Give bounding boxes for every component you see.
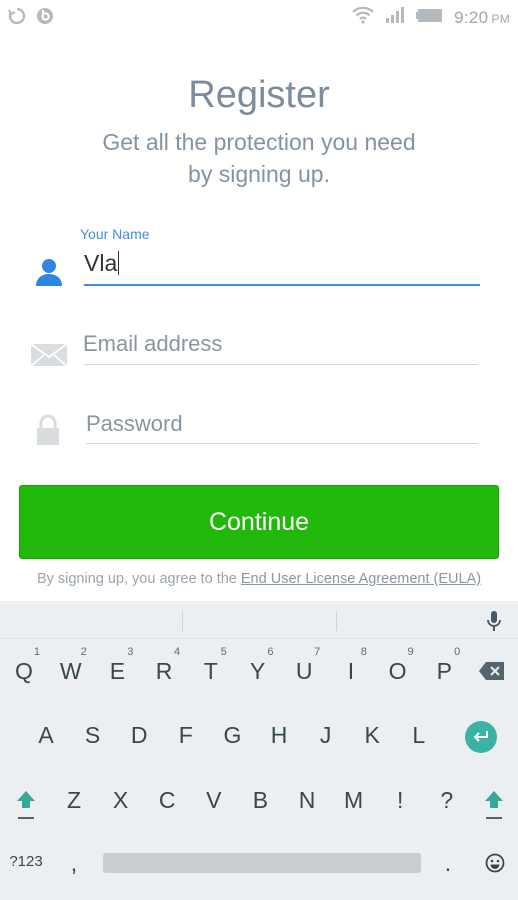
clock-ampm: PM (491, 11, 510, 26)
password-input[interactable]: Password (86, 411, 183, 437)
suggestion-divider (182, 611, 183, 631)
key-o[interactable]: O9 (376, 646, 420, 685)
period-key[interactable]: . (426, 850, 470, 877)
emoji-icon[interactable] (485, 853, 505, 878)
key-n[interactable]: N (285, 787, 329, 814)
key-a[interactable]: A (24, 722, 68, 749)
page-subtitle: Get all the protection you need by signi… (0, 126, 518, 190)
key-d[interactable]: D (117, 722, 161, 749)
key-q[interactable]: Q1 (2, 646, 46, 685)
clock-time: 9:20 (454, 7, 489, 27)
shift-icon[interactable] (15, 789, 37, 826)
name-field-underline (84, 284, 480, 286)
suggestion-strip (0, 601, 518, 639)
eula-prefix: By signing up, you agree to the (36, 571, 241, 587)
soft-keyboard: Q1W2E3R4T5Y6U7I8O9P0 ASDFGHJKL Z X C V B N M!?… (0, 601, 518, 900)
key-s[interactable]: S (71, 722, 115, 749)
key-j[interactable]: J (304, 722, 348, 749)
key-question[interactable]: ? (425, 787, 469, 814)
key-exclamation[interactable]: ! (378, 787, 422, 814)
battery-icon (416, 7, 444, 28)
key-y[interactable]: Y6 (236, 646, 280, 685)
name-input-value: Vla (84, 250, 118, 276)
email-field-underline (84, 364, 478, 365)
lock-icon (36, 414, 60, 451)
name-field-label: Your Name (80, 226, 150, 242)
key-u[interactable]: U7 (282, 646, 326, 685)
envelope-icon (30, 343, 68, 372)
beats-icon (36, 7, 54, 30)
key-k[interactable]: K (350, 722, 394, 749)
key-p[interactable]: P0 (422, 646, 466, 685)
key-i[interactable]: I8 (329, 646, 373, 685)
key-e[interactable]: E3 (95, 646, 139, 685)
key-t[interactable]: T5 (189, 646, 233, 685)
key-c[interactable]: C (145, 787, 189, 814)
continue-button[interactable]: Continue (19, 485, 499, 559)
backspace-icon[interactable] (479, 661, 505, 686)
key-l[interactable]: L (397, 722, 441, 749)
key-z[interactable]: Z (52, 787, 96, 814)
email-input[interactable]: Email address (83, 331, 222, 357)
key-f[interactable]: F (164, 722, 208, 749)
key-hint-number: 7 (314, 646, 321, 658)
eula-notice: By signing up, you agree to the End User… (0, 571, 518, 587)
text-caret (118, 251, 120, 275)
suggestion-divider (336, 611, 337, 631)
symbols-key[interactable]: ?123 (4, 853, 48, 870)
subtitle-line-1: Get all the protection you need (102, 129, 416, 155)
comma-key[interactable]: , (52, 850, 96, 877)
key-b[interactable]: B (238, 787, 282, 814)
enter-icon[interactable] (465, 721, 497, 753)
name-input[interactable]: Vla (84, 250, 120, 277)
subtitle-line-2: by signing up. (188, 161, 330, 187)
key-hint-number: 1 (33, 646, 40, 658)
key-hint-number: 6 (267, 646, 274, 658)
space-key[interactable] (103, 853, 421, 873)
key-hint-number: 8 (360, 646, 367, 658)
key-hint-number: 0 (454, 646, 461, 658)
key-v[interactable]: V (192, 787, 236, 814)
page-title: Register (188, 74, 330, 116)
key-hint-number: 3 (127, 646, 134, 658)
sync-icon (8, 7, 26, 30)
key-x[interactable]: X (99, 787, 143, 814)
shift-icon[interactable] (483, 789, 505, 826)
status-bar: 9:20 PM (0, 0, 518, 32)
key-g[interactable]: G (210, 722, 254, 749)
key-r[interactable]: R4 (142, 646, 186, 685)
key-w[interactable]: W2 (49, 646, 93, 685)
person-icon (34, 257, 64, 292)
clock: 9:20 PM (454, 8, 510, 28)
signal-icon (384, 6, 406, 29)
mic-icon[interactable] (486, 610, 502, 637)
password-field-underline (86, 443, 478, 444)
key-hint-number: 9 (407, 646, 414, 658)
key-hint-number: 2 (80, 646, 87, 658)
key-hint-number: 4 (173, 646, 181, 658)
wifi-icon (352, 6, 374, 29)
key-m[interactable]: M (332, 787, 376, 814)
key-hint-number: 5 (220, 646, 227, 658)
key-h[interactable]: H (257, 722, 301, 749)
eula-link[interactable]: End User License Agreement (EULA) (241, 571, 481, 587)
